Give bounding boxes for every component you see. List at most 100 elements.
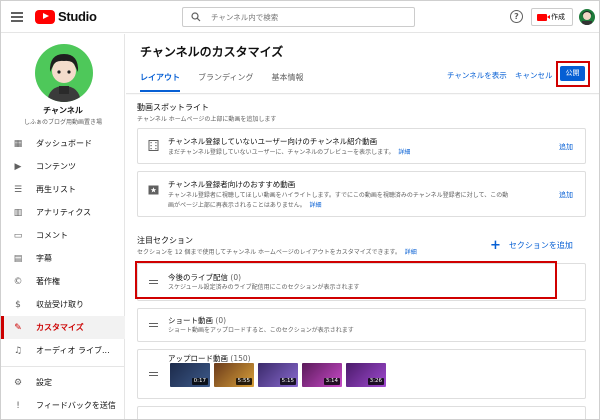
video-thumbnail[interactable]: 0:17 xyxy=(170,363,210,387)
sidebar-item-audio-library[interactable]: ♫ オーディオ ライブ... xyxy=(1,339,125,362)
upload-thumbnails: 0:17 5:55 5:15 3:14 3:26 xyxy=(170,363,390,387)
view-channel-link[interactable]: チャンネルを表示 xyxy=(447,70,507,81)
video-thumbnail[interactable]: 3:26 xyxy=(346,363,386,387)
main-panel: チャンネルのカスタマイズ レイアウト ブランディング 基本情報 チャンネルを表示… xyxy=(126,34,599,419)
sidebar-item-subtitles[interactable]: ▤ 字幕 xyxy=(1,247,125,270)
page-title: チャンネルのカスタマイズ xyxy=(140,45,284,59)
plus-icon: + xyxy=(490,237,501,253)
sidebar-item-settings[interactable]: ⚙ 設定 xyxy=(1,371,125,394)
search-icon xyxy=(191,12,201,22)
section-uploads[interactable]: アップロード動画 (150) 0:17 5:55 5:15 3:14 3:26 xyxy=(137,349,586,399)
help-icon[interactable]: ? xyxy=(510,10,523,23)
sidebar-item-label: アナリティクス xyxy=(36,208,92,217)
account-avatar[interactable] xyxy=(579,9,595,25)
card-title: チャンネル登録者向けのおすすめ動画 xyxy=(168,180,296,189)
sidebar-item-copyright[interactable]: © 著作権 xyxy=(1,270,125,293)
sidebar-item-label: 設定 xyxy=(36,378,52,387)
menu-icon[interactable] xyxy=(11,12,23,22)
youtube-studio-logo[interactable]: Studio xyxy=(35,9,97,24)
top-bar: Studio ? 作成 xyxy=(1,1,599,33)
upcoming-live-highlight xyxy=(135,261,557,299)
video-duration: 3:14 xyxy=(323,378,340,385)
subtitles-icon: ▤ xyxy=(13,253,23,264)
sidebar-item-label: 字幕 xyxy=(36,254,52,263)
audio-library-icon: ♫ xyxy=(13,345,23,356)
card-desc: まだチャンネル登録していないユーザーに、チャンネルのプレビューを表示します。 詳… xyxy=(168,149,411,156)
sidebar-item-content[interactable]: ▶ コンテンツ xyxy=(1,155,125,178)
publish-highlight: 公開 xyxy=(556,61,590,87)
search-box[interactable] xyxy=(182,7,415,27)
video-duration: 0:17 xyxy=(191,378,208,385)
video-thumbnail[interactable]: 5:15 xyxy=(258,363,298,387)
video-duration: 3:26 xyxy=(367,378,384,385)
sidebar-item-label: ダッシュボード xyxy=(36,139,92,148)
sidebar-item-customize[interactable]: ✎ カスタマイズ xyxy=(1,316,125,339)
add-section-label: セクションを追加 xyxy=(508,241,573,250)
channel-subtitle: しふぁのブログ用動画置き場 xyxy=(23,119,102,126)
tab-branding[interactable]: ブランディング xyxy=(198,72,253,92)
channel-avatar[interactable] xyxy=(35,44,93,102)
spotlight-desc: チャンネル ホームページの上部に動画を追加します xyxy=(137,116,277,123)
publish-button[interactable]: 公開 xyxy=(560,66,585,81)
add-featured-button[interactable]: 追加 xyxy=(559,190,573,200)
sidebar-item-feedback[interactable]: ! フィードバックを送信 xyxy=(1,394,125,417)
tab-layout[interactable]: レイアウト xyxy=(140,72,180,92)
sidebar-item-monetization[interactable]: $ 収益受け取り xyxy=(1,293,125,316)
sidebar-nav: ▦ ダッシュボード ▶ コンテンツ ☰ 再生リスト ▥ アナリティクス ▭ コメ… xyxy=(1,132,125,417)
sidebar-item-label: コメント xyxy=(36,231,68,240)
studio-label: Studio xyxy=(58,9,97,24)
learn-more-link[interactable]: 詳細 xyxy=(310,202,322,209)
video-duration: 5:55 xyxy=(235,378,252,385)
spotlight-card-featured: チャンネル登録者向けのおすすめ動画 チャンネル登録者に視聴してほしい動画をハイラ… xyxy=(137,171,586,217)
spotlight-title: 動画スポットライト xyxy=(137,103,209,112)
sidebar-item-playlists[interactable]: ☰ 再生リスト xyxy=(1,178,125,201)
tab-bar: レイアウト ブランディング 基本情報 xyxy=(140,72,321,92)
sidebar-item-label: コンテンツ xyxy=(36,162,76,171)
settings-icon: ⚙ xyxy=(13,377,23,388)
create-button[interactable]: 作成 xyxy=(531,8,573,26)
sidebar-divider xyxy=(1,366,125,367)
learn-more-link[interactable]: 詳細 xyxy=(398,149,410,156)
sidebar-item-label: フィードバックを送信 xyxy=(36,401,116,410)
card-title: チャンネル登録していないユーザー向けのチャンネル紹介動画 xyxy=(168,137,378,146)
featured-title: 注目セクション xyxy=(137,236,193,245)
drag-handle-icon[interactable] xyxy=(149,372,158,378)
sidebar-item-dashboard[interactable]: ▦ ダッシュボード xyxy=(1,132,125,155)
drag-handle-icon[interactable] xyxy=(149,323,158,329)
content-icon: ▶ xyxy=(14,161,22,172)
video-thumbnail[interactable]: 3:14 xyxy=(302,363,342,387)
layout-content: 動画スポットライト チャンネル ホームページの上部に動画を追加します チャンネル… xyxy=(126,95,599,419)
create-label: 作成 xyxy=(551,13,565,21)
analytics-icon: ▥ xyxy=(13,207,23,218)
film-star-icon xyxy=(148,185,159,195)
playlist-icon: ☰ xyxy=(13,184,23,195)
sidebar-item-analytics[interactable]: ▥ アナリティクス xyxy=(1,201,125,224)
section-title: ショート動画 (0) xyxy=(168,316,227,325)
add-section-button[interactable]: + セクションを追加 xyxy=(490,237,573,253)
customize-icon: ✎ xyxy=(14,322,22,333)
section-desc: ショート動画をアップロードすると、このセクションが表示されます xyxy=(168,327,354,334)
app-window: Studio ? 作成 チャンネル しふぁのブログ用動画置き場 xyxy=(0,0,600,420)
section-shorts[interactable]: ショート動画 (0) ショート動画をアップロードすると、このセクションが表示され… xyxy=(137,308,586,342)
add-trailer-button[interactable]: 追加 xyxy=(559,142,573,152)
tab-basic-info[interactable]: 基本情報 xyxy=(271,72,303,92)
search-input[interactable] xyxy=(211,12,401,22)
youtube-logo-icon xyxy=(35,9,55,24)
sidebar-item-comments[interactable]: ▭ コメント xyxy=(1,224,125,247)
sidebar-item-label: 再生リスト xyxy=(36,185,76,194)
video-camera-icon xyxy=(537,13,550,21)
sidebar-item-label: オーディオ ライブ... xyxy=(36,346,110,355)
comment-icon: ▭ xyxy=(13,230,23,241)
section-next[interactable] xyxy=(137,406,586,419)
video-duration: 5:15 xyxy=(279,378,296,385)
dashboard-icon: ▦ xyxy=(13,138,23,149)
feedback-icon: ! xyxy=(16,400,20,411)
copyright-icon: © xyxy=(13,276,23,287)
video-thumbnail[interactable]: 5:55 xyxy=(214,363,254,387)
sidebar-item-label: カスタマイズ xyxy=(36,323,84,332)
cancel-button[interactable]: キャンセル xyxy=(515,70,553,81)
film-icon xyxy=(148,140,159,151)
card-desc: チャンネル登録者に視聴してほしい動画をハイライトします。すでにこの動画を視聴済み… xyxy=(168,192,509,209)
learn-more-link[interactable]: 詳細 xyxy=(405,249,417,256)
spotlight-card-trailer: チャンネル登録していないユーザー向けのチャンネル紹介動画 まだチャンネル登録して… xyxy=(137,128,586,164)
